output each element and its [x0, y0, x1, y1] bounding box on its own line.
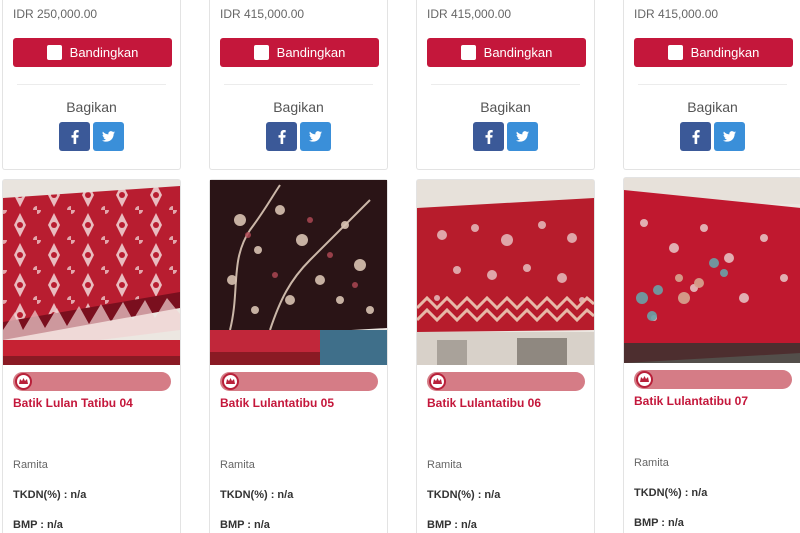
product-title[interactable]: Batik Lulantatibu 07: [634, 394, 748, 408]
seller-name[interactable]: Ramita: [634, 457, 669, 469]
product-image[interactable]: [417, 180, 594, 365]
checkbox-icon[interactable]: [460, 45, 476, 60]
share-label: Bagikan: [273, 99, 324, 115]
compare-label: Bandingkan: [483, 45, 553, 60]
seller-name[interactable]: Ramita: [427, 459, 462, 471]
twitter-icon: [102, 131, 115, 142]
compare-label: Bandingkan: [276, 45, 346, 60]
product-price: IDR 415,000.00: [634, 7, 719, 21]
crown-badge-icon: [222, 373, 239, 390]
share-label: Bagikan: [480, 99, 531, 115]
seller-name[interactable]: Ramita: [220, 459, 255, 471]
product-image[interactable]: [3, 180, 180, 365]
product-title[interactable]: Batik Lulantatibu 06: [427, 396, 541, 410]
rating-bar: [13, 372, 171, 391]
checkbox-icon[interactable]: [253, 45, 269, 60]
divider: [17, 84, 166, 85]
facebook-share-button[interactable]: [680, 122, 711, 151]
share-label: Bagikan: [66, 99, 117, 115]
product-card[interactable]: Batik Lulantatibu 07 Ramita TKDN(%) : n/…: [623, 177, 800, 533]
bmp-value: BMP : n/a: [427, 519, 477, 531]
twitter-icon: [516, 131, 529, 142]
product-card-top: IDR 415,000.00 Bandingkan Bagikan: [623, 0, 800, 170]
compare-button[interactable]: Bandingkan: [427, 38, 586, 67]
tkdn-value: TKDN(%) : n/a: [427, 489, 501, 501]
crown-badge-icon: [429, 373, 446, 390]
twitter-icon: [723, 131, 736, 142]
facebook-icon: [71, 129, 79, 144]
product-price: IDR 415,000.00: [220, 7, 305, 21]
bmp-value: BMP : n/a: [13, 519, 63, 531]
product-card[interactable]: Batik Lulantatibu 06 Ramita TKDN(%) : n/…: [416, 179, 595, 533]
crown-badge-icon: [636, 371, 653, 388]
product-price: IDR 250,000.00: [13, 7, 98, 21]
share-buttons: [210, 122, 387, 151]
divider: [638, 84, 787, 85]
tkdn-value: TKDN(%) : n/a: [13, 489, 87, 501]
product-card-top: IDR 415,000.00 Bandingkan Bagikan: [209, 0, 388, 170]
facebook-share-button[interactable]: [473, 122, 504, 151]
bmp-value: BMP : n/a: [220, 519, 270, 531]
facebook-icon: [692, 129, 700, 144]
divider: [431, 84, 580, 85]
rating-bar: [427, 372, 585, 391]
compare-label: Bandingkan: [690, 45, 760, 60]
share-buttons: [3, 122, 180, 151]
compare-button[interactable]: Bandingkan: [13, 38, 172, 67]
share-label: Bagikan: [687, 99, 738, 115]
tkdn-value: TKDN(%) : n/a: [634, 487, 708, 499]
product-price: IDR 415,000.00: [427, 7, 512, 21]
product-image[interactable]: [624, 178, 800, 363]
product-card[interactable]: Batik Lulantatibu 05 Ramita TKDN(%) : n/…: [209, 179, 388, 533]
twitter-share-button[interactable]: [714, 122, 745, 151]
product-image[interactable]: [210, 180, 387, 365]
facebook-share-button[interactable]: [59, 122, 90, 151]
share-buttons: [624, 122, 800, 151]
product-card-top: IDR 250,000.00 Bandingkan Bagikan: [2, 0, 181, 170]
crown-badge-icon: [15, 373, 32, 390]
checkbox-icon[interactable]: [667, 45, 683, 60]
compare-button[interactable]: Bandingkan: [220, 38, 379, 67]
product-title[interactable]: Batik Lulan Tatibu 04: [13, 396, 133, 410]
seller-name[interactable]: Ramita: [13, 459, 48, 471]
facebook-icon: [278, 129, 286, 144]
bmp-value: BMP : n/a: [634, 517, 684, 529]
checkbox-icon[interactable]: [46, 45, 62, 60]
product-title[interactable]: Batik Lulantatibu 05: [220, 396, 334, 410]
facebook-icon: [485, 129, 493, 144]
rating-bar: [220, 372, 378, 391]
share-buttons: [417, 122, 594, 151]
twitter-share-button[interactable]: [93, 122, 124, 151]
divider: [224, 84, 373, 85]
product-card-top: IDR 415,000.00 Bandingkan Bagikan: [416, 0, 595, 170]
compare-label: Bandingkan: [69, 45, 139, 60]
twitter-share-button[interactable]: [300, 122, 331, 151]
facebook-share-button[interactable]: [266, 122, 297, 151]
tkdn-value: TKDN(%) : n/a: [220, 489, 294, 501]
rating-bar: [634, 370, 792, 389]
compare-button[interactable]: Bandingkan: [634, 38, 793, 67]
twitter-icon: [309, 131, 322, 142]
twitter-share-button[interactable]: [507, 122, 538, 151]
product-card[interactable]: Batik Lulan Tatibu 04 Ramita TKDN(%) : n…: [2, 179, 181, 533]
